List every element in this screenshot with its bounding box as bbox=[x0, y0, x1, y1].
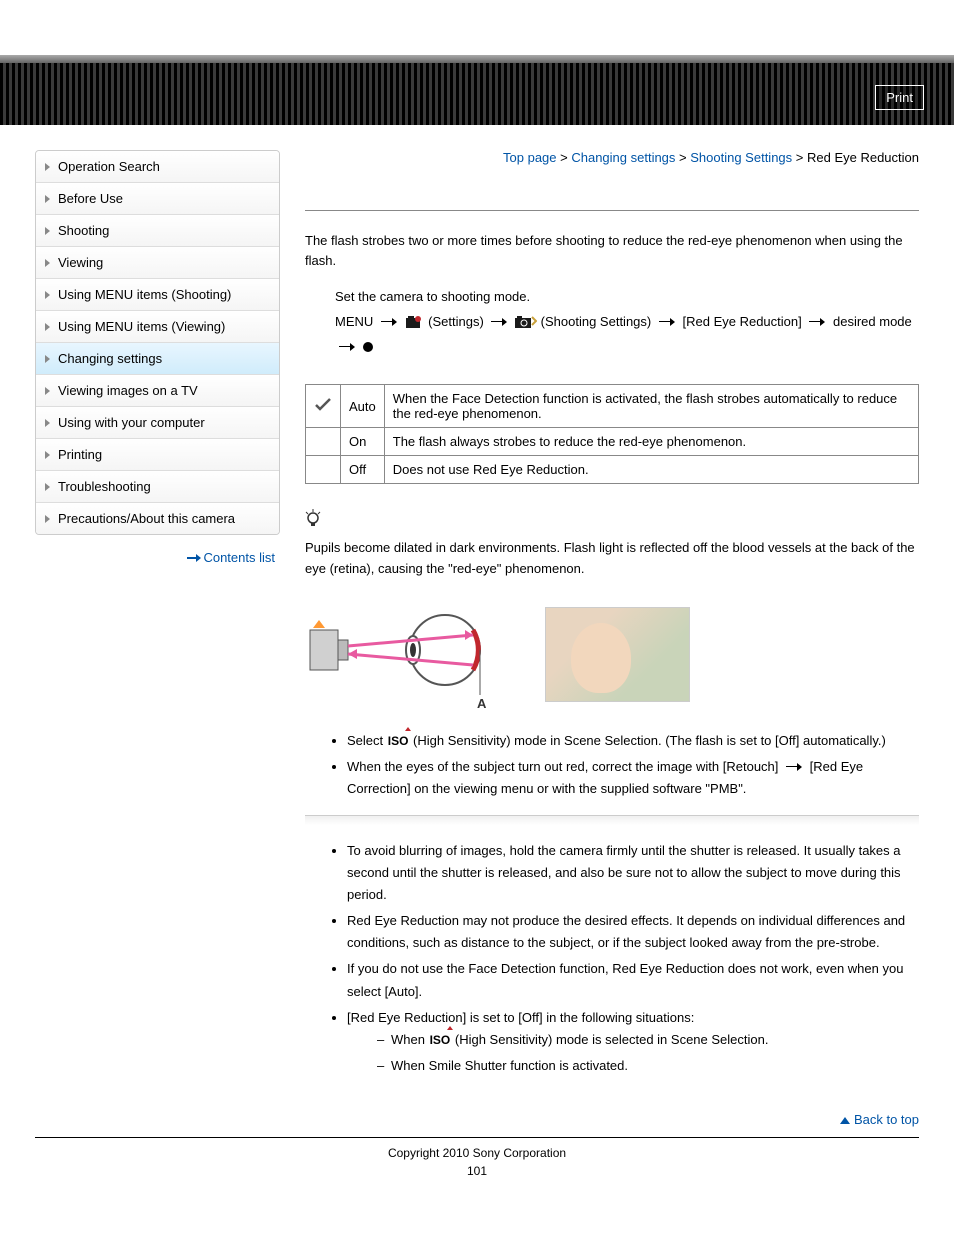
mode-name: Off bbox=[341, 456, 385, 484]
settings-icon bbox=[405, 315, 425, 329]
title-divider bbox=[305, 210, 919, 211]
print-button[interactable]: Print bbox=[875, 85, 924, 110]
mode-icon-cell bbox=[306, 385, 341, 428]
other-techniques-list: Select ISO (High Sensitivity) mode in Sc… bbox=[305, 730, 919, 800]
page-number: 101 bbox=[0, 1164, 954, 1178]
sidebar-item-computer[interactable]: Using with your computer bbox=[36, 407, 279, 439]
list-item: If you do not use the Face Detection fun… bbox=[347, 958, 919, 1002]
mode-desc: Does not use Red Eye Reduction. bbox=[384, 456, 918, 484]
tip-section: Pupils become dilated in dark environmen… bbox=[305, 509, 919, 800]
sidebar-item-before-use[interactable]: Before Use bbox=[36, 183, 279, 215]
triangle-up-icon bbox=[840, 1117, 850, 1124]
arrow-icon bbox=[659, 318, 675, 326]
mode-icon-cell bbox=[306, 428, 341, 456]
arrow-icon bbox=[339, 343, 355, 351]
table-row: On The flash always strobes to reduce th… bbox=[306, 428, 919, 456]
breadcrumb-changing[interactable]: Changing settings bbox=[571, 150, 675, 165]
back-to-top-wrap: Back to top bbox=[0, 1092, 954, 1137]
step-1: Set the camera to shooting mode. bbox=[335, 285, 919, 310]
breadcrumb-sep: > bbox=[675, 150, 690, 165]
breadcrumb: Top page > Changing settings > Shooting … bbox=[305, 150, 919, 165]
arrow-right-icon bbox=[187, 554, 201, 562]
sidebar-item-precautions[interactable]: Precautions/About this camera bbox=[36, 503, 279, 534]
list-item: When Smile Shutter function is activated… bbox=[377, 1055, 919, 1077]
header-bar: Print bbox=[0, 55, 954, 125]
tip-text: Pupils become dilated in dark environmen… bbox=[305, 538, 919, 580]
arrow-icon bbox=[381, 318, 397, 326]
breadcrumb-top[interactable]: Top page bbox=[503, 150, 557, 165]
copyright-text: Copyright 2010 Sony Corporation bbox=[0, 1138, 954, 1164]
back-to-top-link[interactable]: Back to top bbox=[854, 1112, 919, 1127]
mode-icon-cell bbox=[306, 456, 341, 484]
lightbulb-icon bbox=[305, 509, 321, 534]
list-item: [Red Eye Reduction] is set to [Off] in t… bbox=[347, 1007, 919, 1077]
contents-list-link[interactable]: Contents list bbox=[203, 550, 275, 565]
sidebar-item-viewing[interactable]: Viewing bbox=[36, 247, 279, 279]
step-2: MENU (Settings) (Shooting Settings) [Red… bbox=[335, 310, 919, 359]
sidebar-item-tv[interactable]: Viewing images on a TV bbox=[36, 375, 279, 407]
breadcrumb-sep: > bbox=[557, 150, 572, 165]
sidebar-item-operation-search[interactable]: Operation Search bbox=[36, 151, 279, 183]
sample-photo bbox=[545, 607, 690, 702]
iso-icon: ISO bbox=[429, 1030, 452, 1050]
contents-list-link-wrap: Contents list bbox=[35, 535, 280, 565]
arrow-icon bbox=[786, 763, 802, 771]
sidebar-item-shooting[interactable]: Shooting bbox=[36, 215, 279, 247]
sidebar-item-changing-settings[interactable]: Changing settings bbox=[36, 343, 279, 375]
sidebar-item-troubleshooting[interactable]: Troubleshooting bbox=[36, 471, 279, 503]
mode-name: On bbox=[341, 428, 385, 456]
shooting-settings-icon bbox=[515, 315, 537, 329]
red-eye-label: [Red Eye Reduction] bbox=[683, 314, 802, 329]
list-item: Select ISO (High Sensitivity) mode in Sc… bbox=[347, 730, 919, 752]
desired-label: desired mode bbox=[833, 314, 912, 329]
section-divider bbox=[305, 815, 919, 825]
table-row: Auto When the Face Detection function is… bbox=[306, 385, 919, 428]
intro-text: The flash strobes two or more times befo… bbox=[305, 231, 919, 270]
arrow-icon bbox=[491, 318, 507, 326]
table-row: Off Does not use Red Eye Reduction. bbox=[306, 456, 919, 484]
sidebar-item-menu-viewing[interactable]: Using MENU items (Viewing) bbox=[36, 311, 279, 343]
steps: Set the camera to shooting mode. MENU (S… bbox=[305, 285, 919, 359]
mode-name: Auto bbox=[341, 385, 385, 428]
list-item: To avoid blurring of images, hold the ca… bbox=[347, 840, 919, 906]
eye-diagram-svg: A bbox=[305, 600, 505, 710]
breadcrumb-current: Red Eye Reduction bbox=[807, 150, 919, 165]
mode-desc: The flash always strobes to reduce the r… bbox=[384, 428, 918, 456]
sidebar-item-menu-shooting[interactable]: Using MENU items (Shooting) bbox=[36, 279, 279, 311]
settings-label: (Settings) bbox=[428, 314, 484, 329]
sidebar-nav: Operation Search Before Use Shooting Vie… bbox=[35, 150, 280, 535]
mode-desc: When the Face Detection function is acti… bbox=[384, 385, 918, 428]
shooting-settings-label: (Shooting Settings) bbox=[541, 314, 652, 329]
list-item: When the eyes of the subject turn out re… bbox=[347, 756, 919, 800]
red-eye-diagram: A bbox=[305, 592, 919, 730]
main-content: Top page > Changing settings > Shooting … bbox=[305, 150, 919, 1092]
arrow-icon bbox=[809, 318, 825, 326]
subnotes-list: When ISO (High Sensitivity) mode is sele… bbox=[347, 1029, 919, 1077]
menu-label: MENU bbox=[335, 314, 373, 329]
check-icon bbox=[314, 398, 332, 412]
list-item: When ISO (High Sensitivity) mode is sele… bbox=[377, 1029, 919, 1051]
breadcrumb-shooting[interactable]: Shooting Settings bbox=[690, 150, 792, 165]
svg-text:A: A bbox=[477, 696, 487, 710]
list-item: Red Eye Reduction may not produce the de… bbox=[347, 910, 919, 954]
iso-icon: ISO bbox=[387, 731, 410, 751]
sidebar-item-printing[interactable]: Printing bbox=[36, 439, 279, 471]
dot-icon bbox=[363, 342, 373, 352]
modes-table: Auto When the Face Detection function is… bbox=[305, 384, 919, 484]
notes-list: To avoid blurring of images, hold the ca… bbox=[305, 840, 919, 1077]
breadcrumb-sep: > bbox=[792, 150, 807, 165]
